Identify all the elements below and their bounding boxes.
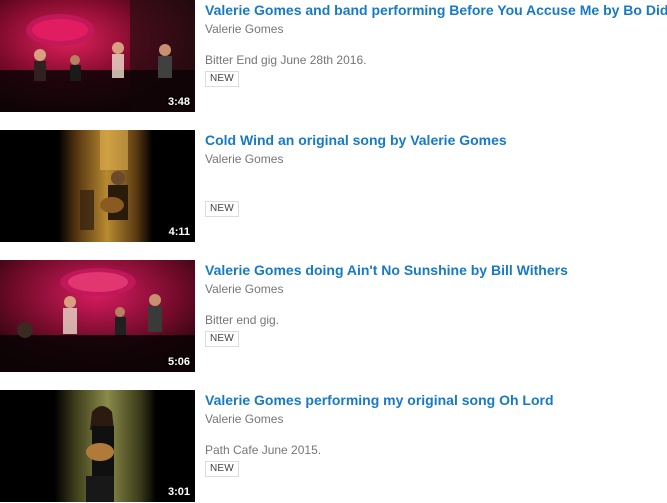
video-title[interactable]: Valerie Gomes and band performing Before…	[205, 1, 667, 19]
video-description	[205, 182, 667, 198]
channel-name[interactable]: Valerie Gomes	[205, 151, 667, 167]
video-thumbnail[interactable]: 4:11	[0, 130, 195, 242]
video-duration: 3:01	[167, 486, 190, 498]
video-title[interactable]: Cold Wind an original song by Valerie Go…	[205, 131, 667, 149]
video-description: Path Cafe June 2015.	[205, 443, 322, 457]
video-title[interactable]: Valerie Gomes doing Ain't No Sunshine by…	[205, 261, 667, 279]
new-badge: NEW	[205, 71, 239, 87]
channel-name[interactable]: Valerie Gomes	[205, 281, 667, 297]
video-description: Bitter End gig June 28th 2016.	[205, 53, 367, 67]
new-badge: NEW	[205, 461, 239, 477]
video-item: 5:06 Valerie Gomes doing Ain't No Sunshi…	[0, 260, 667, 372]
video-thumbnail[interactable]: 3:48	[0, 0, 195, 112]
new-badge: NEW	[205, 201, 239, 217]
video-meta: Cold Wind an original song by Valerie Go…	[205, 130, 667, 217]
video-duration: 3:48	[167, 96, 190, 108]
video-thumbnail[interactable]: 5:06	[0, 260, 195, 372]
channel-name[interactable]: Valerie Gomes	[205, 411, 667, 427]
thumbnail-image	[0, 390, 195, 502]
video-item: 3:48 Valerie Gomes and band performing B…	[0, 0, 667, 112]
video-duration: 5:06	[167, 356, 190, 368]
new-badge: NEW	[205, 331, 239, 347]
video-meta: Valerie Gomes doing Ain't No Sunshine by…	[205, 260, 667, 347]
video-thumbnail[interactable]: 3:01	[0, 390, 195, 502]
video-meta: Valerie Gomes and band performing Before…	[205, 0, 667, 87]
video-list: 3:48 Valerie Gomes and band performing B…	[0, 0, 667, 503]
video-title[interactable]: Valerie Gomes performing my original son…	[205, 391, 667, 409]
video-description: Bitter end gig.	[205, 313, 280, 327]
video-meta: Valerie Gomes performing my original son…	[205, 390, 667, 477]
thumbnail-image	[0, 260, 195, 372]
channel-name[interactable]: Valerie Gomes	[205, 21, 667, 37]
video-item: 4:11 Cold Wind an original song by Valer…	[0, 130, 667, 242]
video-item: 3:01 Valerie Gomes performing my origina…	[0, 390, 667, 502]
video-duration: 4:11	[168, 226, 190, 238]
thumbnail-image	[0, 0, 195, 112]
thumbnail-image	[0, 130, 195, 242]
